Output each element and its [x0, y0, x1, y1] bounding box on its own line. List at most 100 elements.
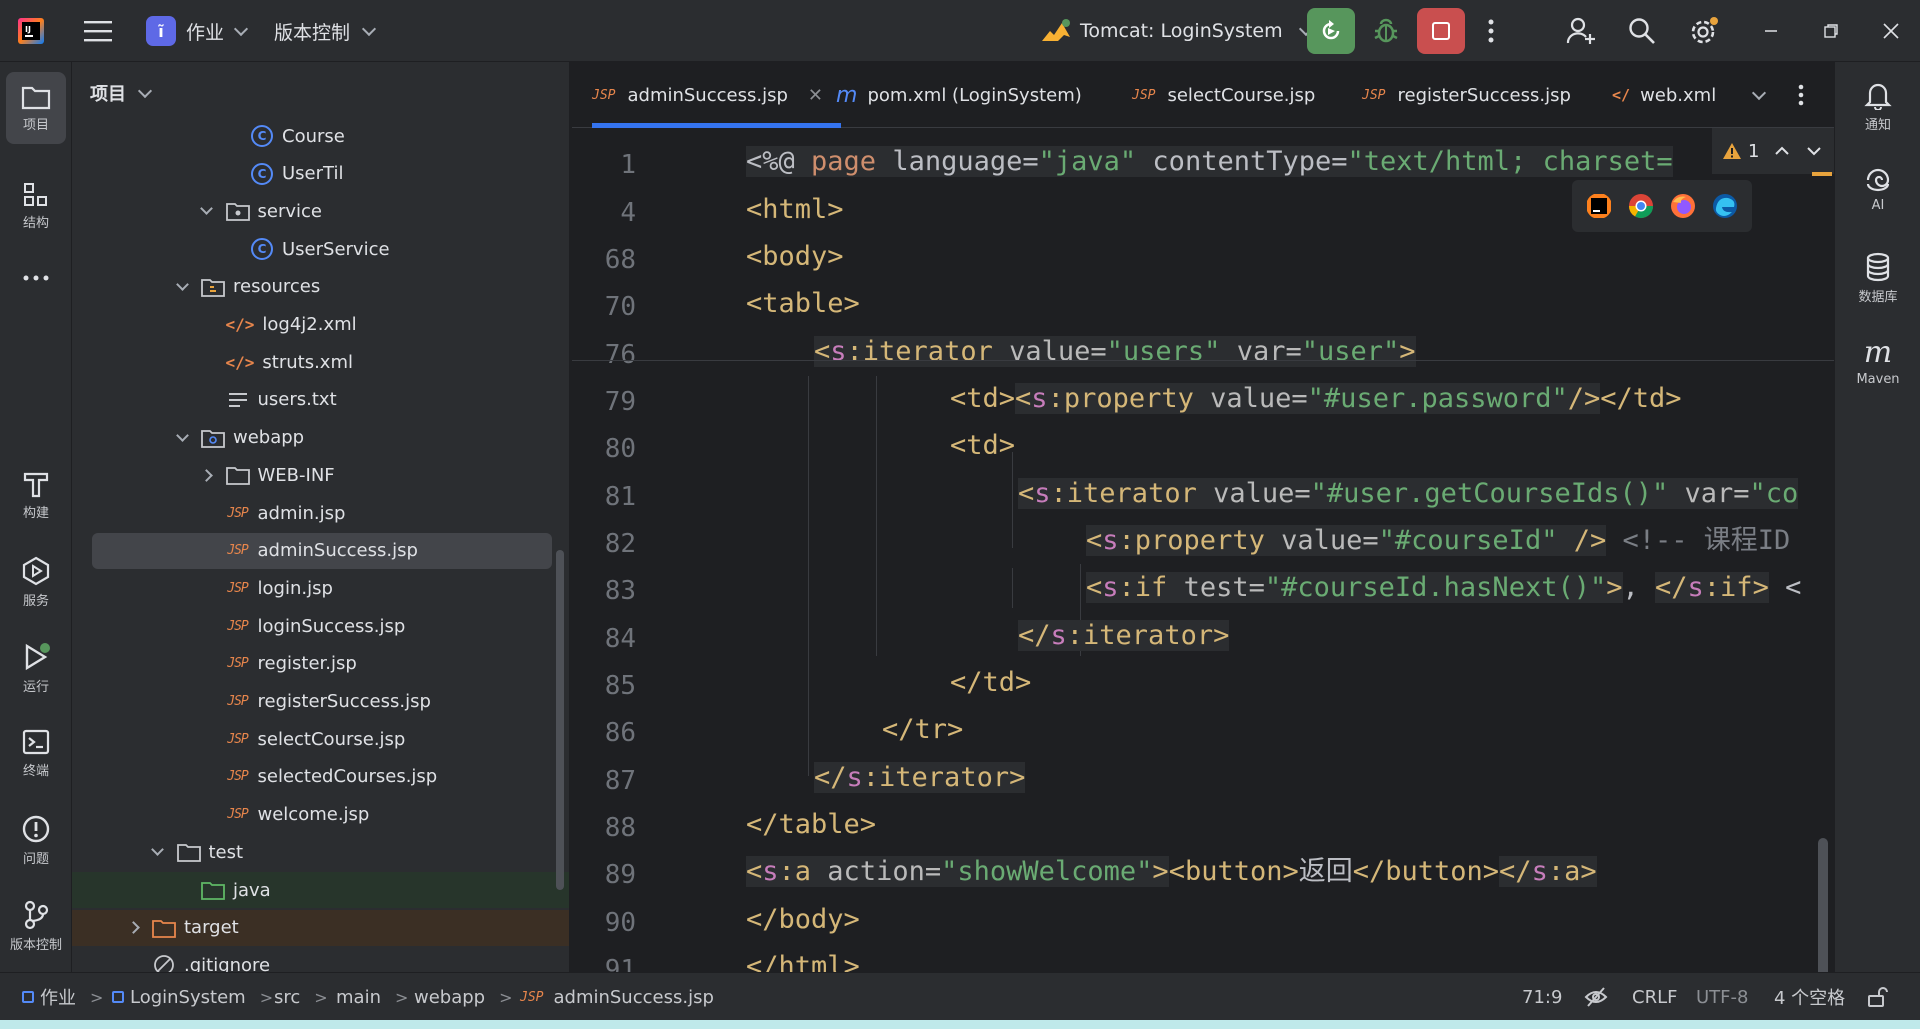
chevron-down-icon[interactable]	[1807, 146, 1822, 156]
breadcrumb-main[interactable]: main >	[336, 973, 408, 1021]
xml-file-icon: </>	[225, 352, 255, 372]
tool-ai[interactable]: AI	[1835, 166, 1920, 213]
tree-item[interactable]: JSP adminSuccess.jsp	[92, 532, 552, 569]
tab-selectcourse[interactable]: JSP selectCourse.jsp	[1132, 62, 1315, 128]
expand-arrow-icon[interactable]	[173, 277, 191, 291]
run-config-selector[interactable]: Tomcat: LoginSystem	[1040, 0, 1313, 62]
add-user-button[interactable]	[1566, 0, 1596, 62]
tool-services[interactable]: 服务	[6, 556, 66, 609]
inspection-widget[interactable]: 1	[1712, 128, 1834, 174]
breadcrumb-file[interactable]: JSP adminSuccess.jsp	[520, 973, 714, 1021]
tool-project[interactable]: 项目	[6, 72, 66, 144]
breadcrumb-project[interactable]: 作业 >	[22, 973, 103, 1021]
tree-item[interactable]: JSP loginSuccess.jsp	[72, 608, 569, 644]
indent-setting[interactable]: 4 个空格	[1774, 973, 1845, 1021]
tool-problems[interactable]: 问题	[6, 814, 66, 867]
collapse-arrow-icon[interactable]	[198, 468, 216, 482]
tab-pom[interactable]: m pom.xml (LoginSystem)	[836, 62, 1082, 128]
tree-item[interactable]: webapp	[72, 420, 569, 456]
chrome-icon[interactable]	[1628, 193, 1654, 219]
chevron-down-icon	[1751, 85, 1767, 100]
tab-adminsuccess[interactable]: JSP adminSuccess.jsp ✕	[592, 62, 841, 128]
tab-list-button[interactable]	[1751, 62, 1767, 128]
rerun-button[interactable]	[1307, 0, 1355, 62]
firefox-icon[interactable]	[1670, 193, 1696, 219]
tree-item[interactable]: C UserTil	[72, 156, 569, 192]
vertical-scrollbar[interactable]	[1818, 838, 1828, 972]
line-ending[interactable]: CRLF	[1632, 973, 1677, 1021]
tree-item[interactable]: users.txt	[72, 382, 569, 418]
tree-item[interactable]: resources	[72, 269, 569, 305]
tool-more[interactable]	[6, 274, 66, 286]
tree-item[interactable]: .gitignore	[72, 947, 569, 972]
tab-registersuccess[interactable]: JSP registerSuccess.jsp	[1362, 62, 1571, 128]
close-button[interactable]	[1883, 0, 1899, 62]
tree-item[interactable]: test	[72, 834, 569, 870]
edge-icon[interactable]	[1712, 193, 1738, 219]
taskbar-edge	[0, 1020, 1920, 1029]
expand-arrow-icon[interactable]	[173, 428, 191, 442]
tree-item[interactable]: WEB-INF	[72, 457, 569, 493]
tool-structure[interactable]: 结构	[6, 182, 66, 231]
tree-item[interactable]: JSP selectedCourses.jsp	[72, 759, 569, 795]
main-menu-button[interactable]	[84, 0, 112, 62]
tree-item[interactable]: </> log4j2.xml	[72, 307, 569, 343]
tool-build[interactable]: 构建	[6, 470, 66, 521]
breadcrumb-module[interactable]: LoginSystem >	[112, 973, 273, 1021]
tree-item[interactable]: target	[72, 909, 569, 946]
chevron-up-icon[interactable]	[1775, 146, 1790, 156]
breadcrumb-src[interactable]: src >	[274, 973, 328, 1021]
breadcrumb-webapp[interactable]: webapp >	[414, 973, 513, 1021]
debug-button[interactable]	[1372, 0, 1400, 62]
close-tab-icon[interactable]: ✕	[808, 85, 823, 106]
tool-terminal[interactable]: 终端	[6, 728, 66, 779]
file-encoding[interactable]: UTF-8	[1696, 973, 1748, 1021]
restore-button[interactable]	[1824, 0, 1838, 62]
tree-item[interactable]: JSP registerSuccess.jsp	[72, 684, 569, 720]
warning-marker[interactable]	[1812, 172, 1832, 176]
expand-arrow-icon[interactable]	[198, 202, 216, 216]
line-number: 76	[604, 340, 636, 370]
project-panel-header[interactable]: 项目	[90, 80, 153, 106]
code-editor[interactable]: 1 4 68 70 76 79 80 81 82 83 84 85 86 87 …	[572, 128, 1834, 972]
inspection-toggle[interactable]	[1584, 973, 1608, 1021]
jsp-file-icon: JSP	[227, 807, 249, 823]
readonly-toggle[interactable]	[1866, 973, 1888, 1021]
tool-maven[interactable]: m Maven	[1835, 338, 1920, 388]
caret-position[interactable]: 71:9	[1522, 973, 1562, 1021]
search-button[interactable]	[1628, 0, 1656, 62]
intellij-browser-icon[interactable]	[1586, 193, 1612, 219]
tree-item[interactable]: java	[72, 872, 569, 908]
tool-notifications[interactable]: 通知	[1835, 80, 1920, 133]
jsp-file-icon: JSP	[227, 543, 249, 559]
bell-icon	[1864, 83, 1892, 110]
expand-arrow-icon[interactable]	[149, 843, 167, 857]
tree-item[interactable]: </> struts.xml	[72, 344, 569, 380]
tab-webxml[interactable]: </ web.xml	[1612, 62, 1716, 128]
tree-item[interactable]: JSP login.jsp	[72, 570, 569, 606]
minimize-button[interactable]	[1764, 0, 1778, 62]
tree-item[interactable]: JSP admin.jsp	[72, 495, 569, 531]
tree-item[interactable]: JSP welcome.jsp	[72, 797, 569, 833]
tree-scrollbar[interactable]	[556, 550, 564, 890]
vcs-menu[interactable]: 版本控制	[274, 0, 377, 62]
services-icon	[22, 556, 50, 586]
tree-item-label: java	[233, 879, 271, 901]
tree-item[interactable]: C UserService	[72, 231, 569, 267]
tree-item[interactable]: JSP register.jsp	[72, 646, 569, 682]
tree-item[interactable]: JSP selectCourse.jsp	[72, 721, 569, 757]
tool-vcs[interactable]: 版本控制	[6, 900, 66, 953]
tree-item[interactable]: service	[72, 193, 569, 229]
editor-more-button[interactable]	[1798, 62, 1804, 128]
module-icon	[22, 991, 34, 1003]
right-tool-strip: 通知 AI 数据库 m Maven	[1834, 62, 1920, 972]
tool-database[interactable]: 数据库	[1835, 252, 1920, 305]
project-switcher[interactable]: ı̃ 作业	[146, 0, 249, 62]
collapse-arrow-icon[interactable]	[124, 921, 142, 935]
jsp-icon: JSP	[592, 87, 616, 103]
stop-button[interactable]	[1417, 0, 1465, 62]
more-actions-button[interactable]	[1488, 0, 1494, 62]
tool-run[interactable]: 运行	[6, 642, 66, 695]
settings-button[interactable]	[1689, 0, 1719, 62]
tree-item[interactable]: C Course	[72, 118, 569, 154]
